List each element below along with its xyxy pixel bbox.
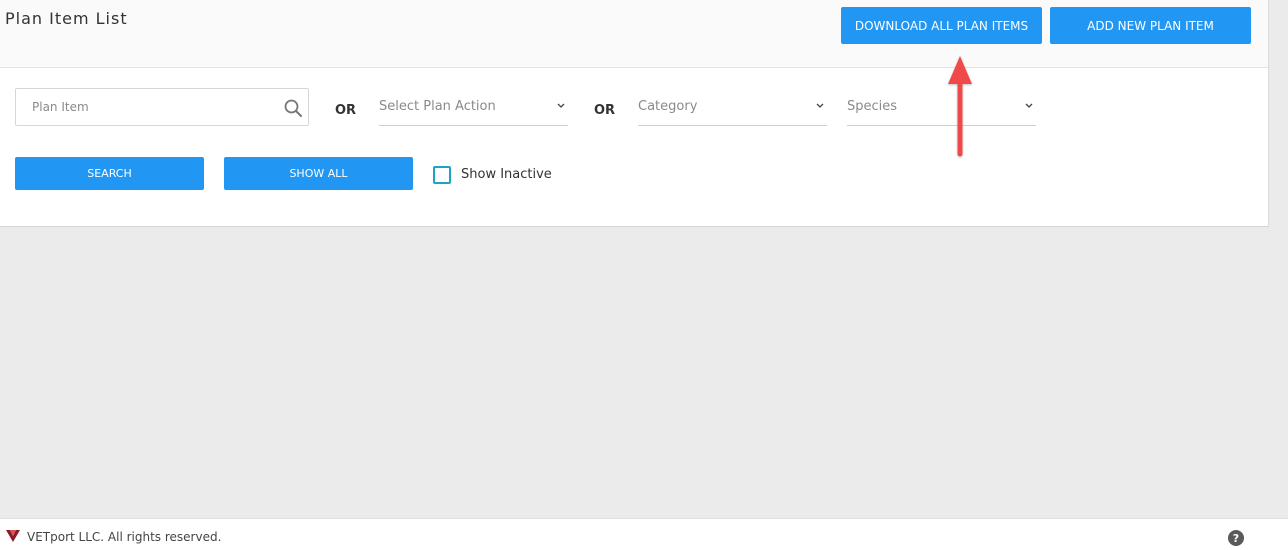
plan-item-search-box xyxy=(15,88,309,126)
page-title: Plan Item List xyxy=(5,9,128,28)
vetport-logo-icon xyxy=(6,530,20,542)
footer: VETport LLC. All rights reserved. ? xyxy=(0,518,1288,550)
show-inactive-checkbox[interactable] xyxy=(433,166,451,184)
copyright-text: VETport LLC. All rights reserved. xyxy=(27,530,222,544)
category-select[interactable]: Category xyxy=(638,88,827,126)
or-separator: OR xyxy=(335,103,357,118)
search-icon[interactable] xyxy=(283,98,303,118)
plan-action-placeholder: Select Plan Action xyxy=(379,99,496,114)
species-select[interactable]: Species xyxy=(847,88,1036,126)
chevron-down-icon xyxy=(557,103,565,108)
question-circle-icon[interactable]: ? xyxy=(1228,530,1244,546)
annotation-arrow-icon xyxy=(948,56,972,157)
or-separator: OR xyxy=(594,103,616,118)
download-all-plan-items-button[interactable]: DOWNLOAD ALL PLAN ITEMS xyxy=(841,7,1042,44)
panel-header: Plan Item List DOWNLOAD ALL PLAN ITEMS A… xyxy=(0,0,1268,68)
plan-item-panel: Plan Item List DOWNLOAD ALL PLAN ITEMS A… xyxy=(0,0,1269,227)
chevron-down-icon xyxy=(816,103,824,108)
category-placeholder: Category xyxy=(638,99,698,114)
show-all-button[interactable]: SHOW ALL xyxy=(224,157,413,190)
chevron-down-icon xyxy=(1025,103,1033,108)
plan-action-select[interactable]: Select Plan Action xyxy=(379,88,568,126)
show-inactive-label: Show Inactive xyxy=(461,167,552,182)
species-placeholder: Species xyxy=(847,99,898,114)
add-new-plan-item-button[interactable]: ADD NEW PLAN ITEM xyxy=(1050,7,1251,44)
plan-item-input[interactable] xyxy=(16,89,276,125)
search-button[interactable]: SEARCH xyxy=(15,157,204,190)
